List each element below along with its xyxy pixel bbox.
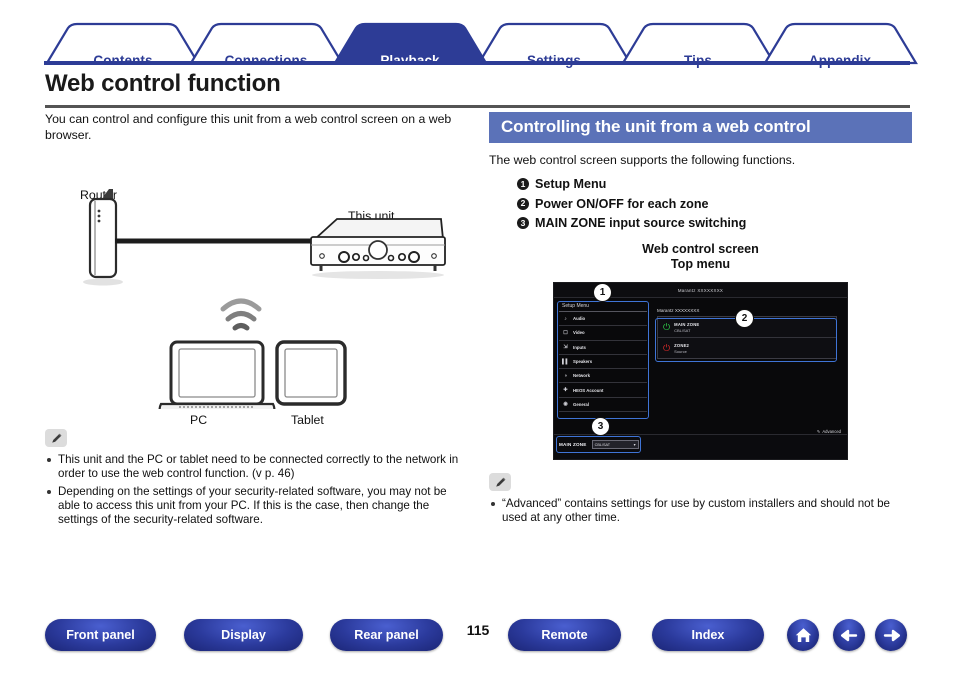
page-intro-text: You can control and configure this unit … bbox=[45, 112, 452, 142]
tab-bar[interactable]: Contents Connections Playback Settings T… bbox=[0, 20, 954, 68]
sidebar-item-label: Inputs bbox=[573, 344, 586, 350]
note-icon: ♪ bbox=[564, 315, 567, 322]
section-heading: Controlling the unit from a web control bbox=[489, 112, 912, 143]
source-select-value: CBL/SAT bbox=[594, 442, 611, 447]
mock-caption-line1: Web control screen bbox=[642, 242, 759, 256]
note-pencil-icon-left bbox=[45, 429, 67, 447]
tab-underline-rule bbox=[44, 61, 910, 65]
pc-label: PC bbox=[190, 413, 208, 427]
sidebar-item-video[interactable]: ☐ Video bbox=[559, 326, 647, 341]
source-select[interactable]: CBL/SAT ▾ bbox=[591, 440, 639, 449]
wifi-icon bbox=[220, 298, 262, 331]
web-control-screenshot: Marantz XXXXXXXX Setup Menu ♪ Audio ☐ Vi… bbox=[553, 282, 848, 460]
sidebar-item-speakers[interactable]: ▌▌ Speakers bbox=[559, 355, 647, 370]
page-number: 115 bbox=[466, 622, 490, 638]
setup-menu-header: Setup Menu bbox=[559, 302, 647, 312]
left-note-item: This unit and the PC or tablet need to b… bbox=[45, 453, 465, 482]
callout-number-2: 2 bbox=[735, 309, 754, 328]
sidebar-item-label: General bbox=[573, 401, 590, 407]
router-icon bbox=[83, 189, 123, 286]
monitor-icon: ☐ bbox=[563, 329, 568, 336]
home-button[interactable] bbox=[787, 619, 819, 651]
pencil-glyph bbox=[495, 477, 505, 487]
callout-number-1: 1 bbox=[593, 283, 612, 302]
speaker-icon: ▌▌ bbox=[561, 358, 570, 365]
function-label: MAIN ZONE input source switching bbox=[535, 216, 747, 230]
sidebar-item-audio[interactable]: ♪ Audio bbox=[559, 312, 647, 327]
function-list: 1 Setup Menu 2 Power ON/OFF for each zon… bbox=[489, 177, 912, 230]
forward-button[interactable] bbox=[875, 619, 907, 651]
right-column: Controlling the unit from a web control … bbox=[489, 112, 912, 529]
zone-name: MAIN ZONE bbox=[674, 321, 700, 327]
function-label: Power ON/OFF for each zone bbox=[535, 196, 709, 211]
sidebar-item-network[interactable]: ◑ Network bbox=[559, 369, 647, 384]
function-item-power: 2 Power ON/OFF for each zone bbox=[517, 197, 912, 211]
tablet-icon bbox=[275, 340, 347, 406]
page-title: Web control function bbox=[45, 70, 281, 97]
home-icon bbox=[795, 627, 811, 642]
right-notes-list: “Advanced” contains settings for use by … bbox=[489, 497, 912, 526]
setup-menu-sidebar[interactable]: Setup Menu ♪ Audio ☐ Video ⇲ Inputs ▌▌ S… bbox=[559, 302, 647, 413]
number-badge-2: 2 bbox=[517, 197, 529, 210]
zone-name: ZONE2 bbox=[674, 342, 690, 348]
back-arrow-icon bbox=[840, 629, 857, 641]
sidebar-item-inputs[interactable]: ⇲ Inputs bbox=[559, 341, 647, 355]
sidebar-item-general[interactable]: ◉ General bbox=[559, 398, 647, 413]
laptop-icon bbox=[158, 340, 276, 409]
index-button[interactable]: Index bbox=[652, 619, 764, 651]
heos-icon: ✚ bbox=[563, 387, 568, 394]
note-pencil-icon-right bbox=[489, 473, 511, 491]
sidebar-item-label: Speakers bbox=[573, 359, 593, 365]
number-badge-3: 3 bbox=[517, 217, 529, 229]
forward-arrow-icon bbox=[883, 629, 900, 641]
title-divider bbox=[45, 105, 910, 108]
sidebar-item-label: Audio bbox=[573, 316, 586, 322]
sidebar-item-label: Video bbox=[573, 330, 585, 336]
front-panel-button[interactable]: Front panel bbox=[45, 619, 156, 651]
function-item-input-source: 3 MAIN ZONE input source switching bbox=[517, 216, 912, 230]
wifi-icon: ◑ bbox=[563, 372, 568, 379]
back-button[interactable] bbox=[833, 619, 865, 651]
pencil-glyph bbox=[51, 433, 61, 443]
zone-source: Source bbox=[674, 348, 687, 354]
diagram-graphics bbox=[83, 189, 446, 409]
main-zone-label: MAIN ZONE bbox=[559, 442, 587, 447]
power-icon-off[interactable]: ⏻ bbox=[663, 343, 670, 353]
main-zone-source-selector[interactable]: MAIN ZONE CBL/SAT ▾ bbox=[559, 440, 639, 449]
left-note-item: Depending on the settings of your securi… bbox=[45, 485, 465, 528]
left-column: You can control and configure this unit … bbox=[45, 112, 465, 530]
zone-row-zone2[interactable]: ⏻ ZONE2 Source bbox=[658, 338, 836, 358]
tablet-label: Tablet bbox=[291, 413, 324, 427]
gear-icon: ◉ bbox=[563, 401, 568, 408]
sidebar-item-label: HEOS Account bbox=[573, 387, 604, 393]
chevron-down-icon: ▾ bbox=[633, 443, 636, 447]
sidebar-item-heos-account[interactable]: ✚ HEOS Account bbox=[559, 383, 647, 398]
mock-caption-line2: Top menu bbox=[670, 257, 731, 271]
remote-button[interactable]: Remote bbox=[508, 619, 621, 651]
input-icon: ⇲ bbox=[563, 344, 568, 351]
left-notes-list: This unit and the PC or tablet need to b… bbox=[45, 453, 465, 527]
network-diagram: Router This unit PC Tablet bbox=[45, 149, 465, 429]
function-label: Setup Menu bbox=[535, 177, 607, 191]
display-button[interactable]: Display bbox=[184, 619, 303, 651]
sidebar-item-label: Network bbox=[573, 373, 590, 379]
mock-caption: Web control screen Top menu bbox=[489, 242, 912, 272]
callout-number-3: 3 bbox=[591, 417, 610, 436]
number-badge-1: 1 bbox=[517, 178, 529, 190]
web-control-bottom-bar: MAIN ZONE CBL/SAT ▾ bbox=[554, 434, 847, 459]
section-intro-text: The web control screen supports the foll… bbox=[489, 153, 796, 167]
function-item-setup-menu: 1 Setup Menu bbox=[517, 177, 912, 191]
rear-panel-button[interactable]: Rear panel bbox=[330, 619, 443, 651]
right-note-item: “Advanced” contains settings for use by … bbox=[489, 497, 912, 526]
zone-source: CBL/SAT bbox=[674, 327, 691, 333]
power-icon-on[interactable]: ⏻ bbox=[663, 322, 670, 332]
av-receiver-icon bbox=[310, 218, 446, 279]
